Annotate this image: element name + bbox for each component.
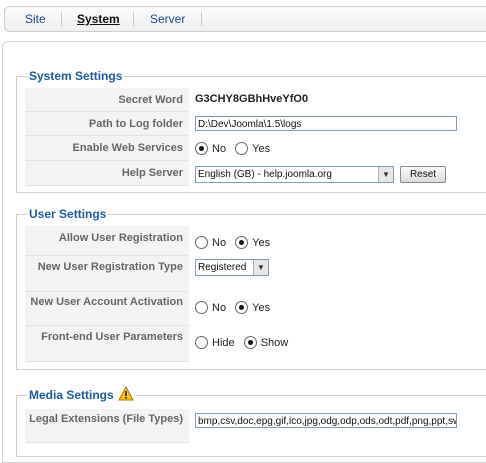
web-services-no-radio[interactable] bbox=[195, 142, 208, 155]
frontend-params-hide-label: Hide bbox=[212, 336, 235, 349]
new-user-type-row: New User Registration Type Registered ▼ bbox=[25, 256, 486, 292]
media-settings-legend: Media Settings bbox=[29, 388, 114, 402]
media-settings-group: Media Settings Legal Extensions (File Ty… bbox=[16, 385, 486, 457]
tab-server[interactable]: Server bbox=[150, 12, 185, 26]
new-user-type-select[interactable]: Registered ▼ bbox=[195, 259, 269, 276]
frontend-params-show-radio[interactable] bbox=[243, 336, 257, 349]
allow-registration-yes-label: Yes bbox=[252, 236, 271, 249]
activation-no-radio[interactable] bbox=[195, 301, 208, 314]
new-user-type-label: New User Registration Type bbox=[25, 256, 189, 292]
allow-registration-label: Allow User Registration bbox=[25, 226, 189, 256]
allow-registration-yes-radio[interactable] bbox=[235, 236, 249, 249]
new-user-type-value: Registered bbox=[198, 262, 247, 273]
legal-extensions-label: Legal Extensions (File Types) bbox=[25, 409, 189, 443]
activation-row: New User Account Activation No Yes bbox=[25, 292, 486, 326]
tab-separator bbox=[133, 12, 134, 26]
help-server-row: Help Server English (GB) - help.joomla.o… bbox=[25, 161, 486, 186]
activation-label: New User Account Activation bbox=[25, 292, 189, 326]
help-server-select[interactable]: English (GB) - help.joomla.org ▼ bbox=[195, 166, 394, 183]
help-server-label: Help Server bbox=[25, 161, 189, 186]
log-folder-input[interactable]: D:\Dev\Joomla\1.5\logs bbox=[195, 116, 457, 131]
web-services-no-label: No bbox=[212, 142, 227, 155]
reset-button[interactable]: Reset bbox=[400, 166, 446, 183]
frontend-params-row: Front-end User Parameters Hide Show bbox=[25, 326, 486, 362]
user-settings-legend: User Settings bbox=[27, 207, 109, 221]
web-services-yes-radio[interactable] bbox=[235, 142, 249, 155]
secret-word-row: Secret Word G3CHY8GBhHveYfO0 bbox=[25, 88, 486, 112]
user-settings-group: User Settings Allow User Registration No… bbox=[16, 207, 486, 370]
activation-no-label: No bbox=[212, 301, 227, 314]
media-settings-legend-wrap: Media Settings bbox=[27, 385, 137, 402]
allow-registration-row: Allow User Registration No Yes bbox=[25, 226, 486, 256]
frontend-params-hide-radio[interactable] bbox=[195, 336, 208, 349]
web-services-label: Enable Web Services bbox=[25, 136, 189, 161]
allow-registration-no-label: No bbox=[212, 236, 227, 249]
legal-extensions-row: Legal Extensions (File Types) bmp,csv,do… bbox=[25, 409, 486, 443]
system-settings-legend: System Settings bbox=[27, 69, 125, 83]
chevron-down-icon: ▼ bbox=[253, 260, 268, 275]
system-settings-group: System Settings Secret Word G3CHY8GBhHve… bbox=[16, 69, 486, 193]
web-services-row: Enable Web Services No Yes bbox=[25, 136, 486, 161]
help-server-value: English (GB) - help.joomla.org bbox=[198, 169, 332, 180]
tab-separator bbox=[201, 12, 202, 26]
chevron-down-icon: ▼ bbox=[378, 167, 393, 182]
frontend-params-show-label: Show bbox=[260, 336, 289, 349]
frontend-params-label: Front-end User Parameters bbox=[25, 326, 189, 362]
tab-site[interactable]: Site bbox=[25, 12, 46, 26]
secret-word-value: G3CHY8GBhHveYfO0 bbox=[195, 93, 309, 105]
log-folder-row: Path to Log folder D:\Dev\Joomla\1.5\log… bbox=[25, 112, 486, 136]
secret-word-label: Secret Word bbox=[25, 88, 189, 112]
web-services-yes-label: Yes bbox=[252, 142, 271, 155]
tab-bar: Site System Server bbox=[4, 6, 486, 32]
activation-yes-label: Yes bbox=[252, 301, 271, 314]
tab-separator bbox=[61, 12, 62, 26]
activation-yes-radio[interactable] bbox=[235, 301, 249, 314]
legal-extensions-input[interactable]: bmp,csv,doc,epg,gif,ico,jpg,odg,odp,ods,… bbox=[195, 413, 457, 428]
warning-triangle-icon bbox=[118, 385, 134, 401]
log-folder-label: Path to Log folder bbox=[25, 112, 189, 136]
allow-registration-no-radio[interactable] bbox=[195, 236, 208, 249]
tab-system[interactable]: System bbox=[77, 12, 120, 26]
